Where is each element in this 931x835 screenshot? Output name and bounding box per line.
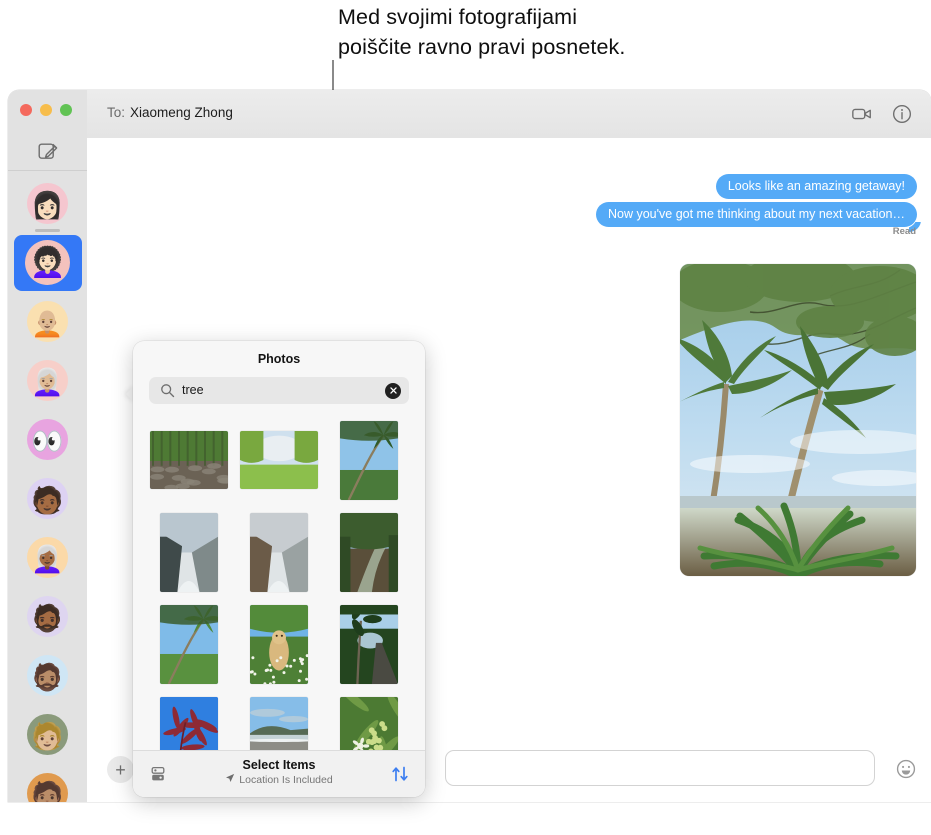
photo-red-leaves-sky[interactable]: [160, 697, 218, 752]
info-circle-icon[interactable]: [891, 103, 913, 125]
search-field[interactable]: tree: [149, 377, 409, 404]
photo-green-meadow-trees[interactable]: [240, 431, 318, 489]
photo-palms-sky[interactable]: [160, 605, 218, 684]
to-label: To:: [107, 105, 125, 120]
photo-coastal-cliffs-1[interactable]: [160, 513, 218, 592]
photo-cell[interactable]: [147, 598, 232, 690]
sidebar-item-conversation-11[interactable]: 🧑🏽: [8, 764, 87, 802]
memoji-man-beard: 🧔🏽: [27, 655, 68, 696]
memoji-man-hat-beard: 🧔🏾: [27, 596, 68, 637]
sidebar-item-conversation-3[interactable]: 🧑🏼‍🦲: [8, 292, 87, 351]
compose-icon[interactable]: [38, 141, 58, 161]
footer-center: Select Items Location Is Included: [133, 758, 425, 786]
photo-cell[interactable]: [147, 690, 232, 751]
photo-cell[interactable]: [237, 598, 322, 690]
memoji-man-green-cap: 🧑🏼‍🦲: [27, 301, 68, 342]
video-camera-icon[interactable]: [851, 103, 873, 125]
memoji-woman-glasses: 👩🏼‍🦳: [27, 360, 68, 401]
photo-forest-rocks[interactable]: [150, 431, 228, 489]
photo-dog-in-flowers[interactable]: [250, 605, 308, 684]
sort-arrows-icon[interactable]: [389, 763, 411, 785]
location-arrow-icon: [225, 773, 235, 786]
photo-avatar-person: 🧑🏽: [27, 773, 68, 802]
zoom-button[interactable]: [60, 104, 72, 116]
photos-popover: Photos tree Select Items Location Is Inc…: [133, 341, 425, 797]
photo-grid-row: [133, 690, 425, 751]
memoji-man-sunglasses: 🧑🏾: [27, 478, 68, 519]
location-included-label: Location Is Included: [239, 774, 332, 786]
sidebar-item-conversation-9[interactable]: 🧔🏽: [8, 646, 87, 705]
photo-palm-path-ocean[interactable]: [340, 605, 398, 684]
photo-cell[interactable]: [326, 690, 411, 751]
recipient-field[interactable]: To: Xiaomeng Zhong: [107, 105, 233, 120]
sidebar-item-conversation-8[interactable]: 🧔🏾: [8, 587, 87, 646]
photo-cell[interactable]: [237, 690, 322, 751]
photo-black-sand-beach[interactable]: [250, 697, 308, 752]
memoji-eyes: 👀: [27, 419, 68, 460]
photo-avatar-woman: 🧑🏼: [27, 714, 68, 755]
photo-grid-row: [133, 414, 425, 506]
minimize-button[interactable]: [40, 104, 52, 116]
memoji-woman-bob: 👩🏻‍🦱: [25, 240, 70, 285]
search-icon: [160, 383, 175, 398]
photo-cell[interactable]: [147, 506, 232, 598]
sidebar-item-conversation-6[interactable]: 🧑🏾: [8, 469, 87, 528]
header-actions: [851, 103, 913, 125]
smiley-icon[interactable]: [895, 758, 917, 780]
photo-coastal-cliffs-2[interactable]: [250, 513, 308, 592]
photo-cell[interactable]: [326, 598, 411, 690]
recipient-name: Xiaomeng Zhong: [130, 105, 233, 120]
sidebar-item-conversation-4[interactable]: 👩🏼‍🦳: [8, 351, 87, 410]
photo-grid-row: [133, 598, 425, 690]
photo-cell[interactable]: [147, 414, 232, 506]
photo-white-flower-leaves[interactable]: [340, 697, 398, 752]
photo-cell[interactable]: [326, 506, 411, 598]
conversation-list[interactable]: 👩🏻 👩🏻‍🦱 🧑🏼‍🦲 👩🏼‍🦳 👀 🧑🏾 👩🏾‍🦳 🧔🏾 🧔🏽 🧑🏼 🧑🏽: [8, 174, 87, 802]
clear-search-icon[interactable]: [385, 383, 401, 399]
memoji-woman-gray-hair: 👩🏾‍🦳: [27, 537, 68, 578]
callout-caption: Med svojimi fotografijami poiščite ravno…: [338, 2, 918, 62]
sidebar-item-conversation-1[interactable]: 👩🏻: [8, 174, 87, 233]
popover-footer: Select Items Location Is Included: [133, 750, 425, 797]
sidebar-item-conversation-10[interactable]: 🧑🏼: [8, 705, 87, 764]
photo-cell[interactable]: [326, 414, 411, 506]
list-drag-handle[interactable]: [35, 229, 60, 232]
select-items-label: Select Items: [133, 758, 425, 772]
sidebar-divider: [8, 170, 87, 171]
read-status: Read: [893, 226, 916, 237]
memoji-woman-dark-hair: 👩🏻: [27, 183, 68, 224]
sidebar-item-conversation-7[interactable]: 👩🏾‍🦳: [8, 528, 87, 587]
message-bubble[interactable]: Now you've got me thinking about my next…: [596, 202, 917, 227]
location-included-row: Location Is Included: [133, 773, 425, 786]
photo-jungle-river[interactable]: [340, 513, 398, 592]
message-bubble[interactable]: Looks like an amazing getaway!: [716, 174, 917, 199]
sidebar-item-conversation-2[interactable]: 👩🏻‍🦱: [8, 233, 87, 292]
search-input-value[interactable]: tree: [182, 383, 204, 397]
add-attachment-button[interactable]: +: [107, 756, 134, 783]
close-button[interactable]: [20, 104, 32, 116]
photo-attachment[interactable]: [680, 264, 916, 576]
photo-cell[interactable]: [237, 506, 322, 598]
conversation-header: To: Xiaomeng Zhong: [87, 90, 931, 139]
sidebar-item-conversation-5[interactable]: 👀: [8, 410, 87, 469]
photo-cell[interactable]: [237, 414, 322, 506]
sidebar: 👩🏻 👩🏻‍🦱 🧑🏼‍🦲 👩🏼‍🦳 👀 🧑🏾 👩🏾‍🦳 🧔🏾 🧔🏽 🧑🏼 🧑🏽: [8, 90, 88, 802]
popover-title: Photos: [133, 352, 425, 366]
photo-palm-over-water[interactable]: [340, 421, 398, 500]
traffic-lights: [20, 104, 72, 116]
photo-grid-row: [133, 506, 425, 598]
message-input[interactable]: [445, 750, 875, 786]
photo-grid[interactable]: [133, 414, 425, 751]
